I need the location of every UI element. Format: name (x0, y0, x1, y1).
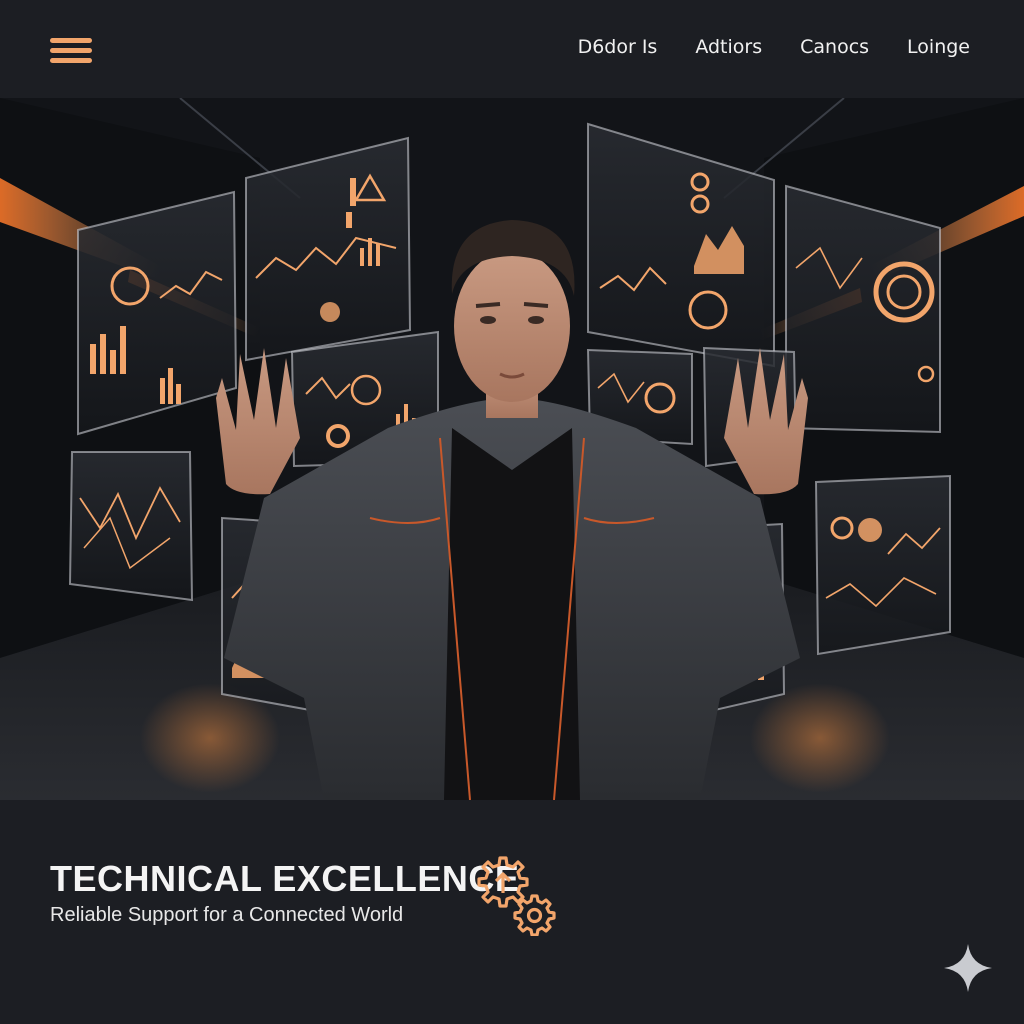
hero-image (0, 98, 1024, 800)
sparkle-icon (944, 944, 992, 992)
nav-item-3[interactable]: Canocs (800, 36, 869, 58)
menu-line (50, 58, 92, 63)
gears-icon (477, 856, 556, 936)
main-nav: D6dor Is Adtiors Canocs Loinge (578, 36, 970, 58)
top-bar: D6dor Is Adtiors Canocs Loinge (0, 0, 1024, 98)
hologram-panel (814, 474, 951, 656)
menu-line (50, 38, 92, 43)
nav-item-4[interactable]: Loinge (907, 36, 970, 58)
menu-line (50, 48, 92, 53)
footer-section: TECHNICAL EXCELLENCE Reliable Support fo… (0, 800, 1024, 1024)
hero-illustration (0, 98, 1024, 800)
tagline: Reliable Support for a Connected World (50, 904, 404, 926)
hologram-panel (245, 136, 412, 362)
page: D6dor Is Adtiors Canocs Loinge TECHNICAL… (0, 0, 1024, 1024)
nav-item-1[interactable]: D6dor Is (578, 36, 658, 58)
hamburger-menu-icon[interactable] (44, 32, 98, 70)
hologram-panel (68, 451, 194, 602)
nav-item-2[interactable]: Adtiors (695, 36, 762, 58)
hologram-panel (785, 184, 941, 434)
headline: TECHNICAL EXCELLENCE (50, 858, 520, 899)
